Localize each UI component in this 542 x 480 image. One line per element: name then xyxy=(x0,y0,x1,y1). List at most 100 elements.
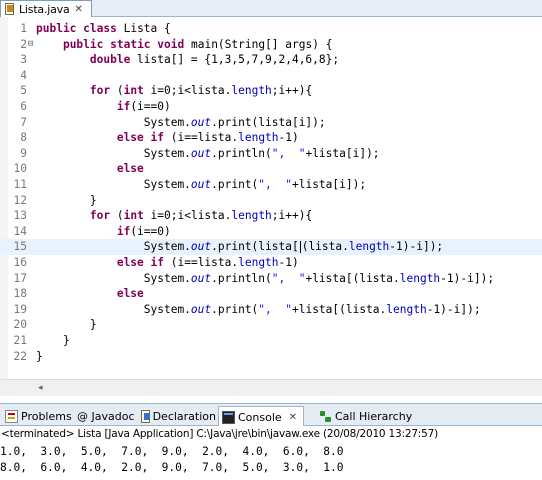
code-token: ;i++){ xyxy=(271,84,313,98)
line-number: 17 xyxy=(13,271,27,285)
code-line[interactable]: 15 System.out.print(lista[(lista.length-… xyxy=(0,239,542,255)
code-line[interactable]: 20 } xyxy=(0,317,542,333)
code-token: .print( xyxy=(211,178,259,191)
code-line[interactable]: 5 for (int i=0;i<lista.length;i++){ xyxy=(0,83,542,99)
console-view[interactable]: <terminated> Lista [Java Application] C:… xyxy=(0,426,542,480)
field-token: out xyxy=(190,240,212,254)
code-line[interactable]: 18 else xyxy=(0,286,542,302)
code-token: System. xyxy=(36,178,191,191)
string-token: ", " xyxy=(258,302,292,316)
tab-call-hierarchy-label: Call Hierarchy xyxy=(335,409,413,423)
code-text: System.out.print(lista[i]); xyxy=(36,115,326,131)
line-number: 10 xyxy=(13,162,27,176)
close-icon[interactable]: ✕ xyxy=(75,4,83,15)
code-token: } xyxy=(36,334,70,347)
code-line[interactable]: 12 } xyxy=(0,193,542,209)
field-token: out xyxy=(190,115,212,129)
editor-tab-bar: Lista.java ✕ xyxy=(0,0,542,17)
keyword-token: class xyxy=(83,22,117,35)
code-text: public class Lista { xyxy=(36,21,171,37)
code-editor[interactable]: 1 public class Lista {2 ⊟ public static vo… xyxy=(0,17,542,380)
tab-declaration-label: Declaration xyxy=(152,409,216,423)
tab-console[interactable]: Console ✕ xyxy=(218,406,304,427)
editor-horizontal-scrollbar[interactable]: ◂ xyxy=(0,379,542,396)
line-number: 8 xyxy=(20,131,27,145)
code-token: .println( xyxy=(211,271,272,285)
code-text: } xyxy=(36,317,97,333)
code-text: else if (i==lista.length-1) xyxy=(36,255,299,271)
scroll-left-arrow-icon[interactable]: ◂ xyxy=(38,383,43,393)
fold-toggle-icon[interactable]: ⊟ xyxy=(28,37,36,53)
line-number: 11 xyxy=(13,178,27,191)
code-text: if(i==0) xyxy=(36,224,171,240)
keyword-token: if xyxy=(116,224,131,238)
code-line[interactable]: 14 if(i==0) xyxy=(0,224,542,240)
tab-problems[interactable]: Problems xyxy=(2,406,72,426)
code-line[interactable]: 4 xyxy=(0,68,542,84)
field-token: out xyxy=(190,271,212,285)
code-line[interactable]: 22} xyxy=(0,349,542,365)
tab-declaration[interactable]: Declaration xyxy=(138,406,216,426)
code-token: System. xyxy=(36,240,191,254)
keyword-token: public xyxy=(36,22,77,35)
code-line[interactable]: 13 for (int i=0;i<lista.length;i++){ xyxy=(0,208,542,224)
close-icon[interactable]: ✕ xyxy=(289,412,297,423)
tab-javadoc[interactable]: @ Javadoc xyxy=(74,406,136,426)
code-token: i=0;i<lista. xyxy=(143,84,232,98)
code-line[interactable]: 11 System.out.print(", "+lista[i]); xyxy=(0,177,542,193)
keyword-token: for xyxy=(89,84,111,98)
code-line[interactable]: 3 double lista[] = {1,3,5,7,9,2,4,6,8}; xyxy=(0,52,542,68)
editor-tab-label: Lista.java xyxy=(19,2,70,16)
keyword-token: static xyxy=(110,37,151,51)
tab-problems-label: Problems xyxy=(21,409,72,423)
code-token: lista[] = {1,3,5,7,9,2,4,6,8}; xyxy=(130,53,340,67)
code-token: i=0;i<lista. xyxy=(143,209,232,223)
line-number: 6 xyxy=(20,100,27,113)
code-line[interactable]: 7 System.out.print(lista[i]); xyxy=(0,115,542,131)
code-text: } xyxy=(36,333,70,349)
line-number: 21 xyxy=(13,334,27,347)
code-token: (i==lista. xyxy=(164,131,239,145)
field-token: out xyxy=(190,178,212,191)
code-token: ( xyxy=(110,84,124,98)
code-line[interactable]: 19 System.out.print(", "+lista[(lista.le… xyxy=(0,302,542,318)
code-line[interactable]: 21 } xyxy=(0,333,542,349)
code-token: +lista[i]); xyxy=(291,178,367,191)
field-token: length xyxy=(348,240,390,254)
code-text: public static void main(String[] args) { xyxy=(36,37,332,53)
code-token: main(String[] args) { xyxy=(184,37,333,51)
line-number: 20 xyxy=(13,318,27,332)
line-number: 5 xyxy=(20,84,27,98)
tab-call-hierarchy[interactable]: Call Hierarchy xyxy=(316,406,426,426)
code-line[interactable]: 16 else if (i==lista.length-1) xyxy=(0,255,542,271)
code-line[interactable]: 9 System.out.println(", "+lista[i]); xyxy=(0,146,542,162)
code-token: .print(lista[i]); xyxy=(211,115,326,129)
code-line[interactable]: 8 else if (i==lista.length-1) xyxy=(0,130,542,146)
keyword-token: if xyxy=(150,256,165,269)
line-number: 7 xyxy=(20,115,27,129)
code-token: -1)-i]); xyxy=(426,302,481,316)
code-token: } xyxy=(36,318,97,332)
text-cursor xyxy=(299,241,301,254)
code-token: ( xyxy=(110,209,124,223)
code-text: } xyxy=(36,349,43,365)
code-token: -1) xyxy=(278,131,299,145)
code-text: System.out.print(", "+lista[i]); xyxy=(36,177,366,193)
code-line[interactable]: 6 if(i==0) xyxy=(0,99,542,115)
editor-tab-lista-java[interactable]: Lista.java ✕ xyxy=(0,0,92,17)
code-token: (i==0) xyxy=(130,224,171,238)
code-token: } xyxy=(36,349,43,363)
console-output-line: 8.0, 6.0, 4.0, 2.0, 9.0, 7.0, 5.0, 3.0, … xyxy=(0,461,344,474)
code-line[interactable]: 17 System.out.println(", "+lista[(lista.… xyxy=(0,271,542,287)
field-token: length xyxy=(238,131,279,145)
code-line[interactable]: 1 public class Lista { xyxy=(0,21,542,37)
code-token: .print(lista[ xyxy=(211,240,299,254)
code-line[interactable]: 2 ⊟ public static void main(String[] args… xyxy=(0,37,542,53)
code-line[interactable]: 10 else xyxy=(0,161,542,177)
keyword-token: else xyxy=(116,287,144,301)
code-text: else if (i==lista.length-1) xyxy=(36,130,299,146)
line-number: 15 xyxy=(13,240,27,254)
